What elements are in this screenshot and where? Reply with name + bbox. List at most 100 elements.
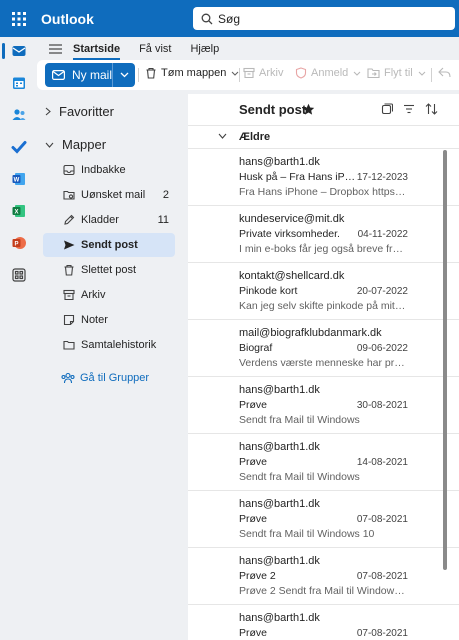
favorites-header[interactable]: Favoritter — [45, 104, 114, 119]
excel-app-icon[interactable]: X — [0, 197, 37, 225]
junk-icon — [63, 190, 75, 200]
move-to-label: Flyt til — [384, 67, 413, 79]
folder-label: Arkiv — [81, 289, 106, 301]
search-box[interactable]: Søg — [193, 7, 455, 30]
divider — [239, 68, 240, 82]
folders-header[interactable]: Mapper — [45, 137, 106, 152]
trash-icon — [64, 264, 74, 276]
folder-archive[interactable]: Arkiv — [43, 283, 175, 307]
menu-icon[interactable] — [37, 43, 73, 54]
search-input[interactable]: Søg — [218, 12, 240, 26]
tab-home[interactable]: Startside — [73, 43, 121, 60]
message-row[interactable]: kontakt@shellcard.dk Pinkode kort 20-07-20… — [188, 263, 459, 320]
go-to-groups-link[interactable]: Gå til Grupper — [61, 372, 149, 384]
empty-folder-button[interactable]: Tøm mappen — [145, 67, 239, 79]
message-preview: Verdens værste menneske har premiere — [239, 357, 407, 369]
sent-icon — [64, 240, 75, 250]
reply-button[interactable] — [438, 67, 451, 78]
folder-label: Noter — [81, 314, 108, 326]
todo-app-icon[interactable] — [0, 133, 37, 161]
unread-count: 2 — [162, 189, 169, 201]
message-preview: Fra Hans iPhone – Dropbox https://www.dr… — [239, 186, 407, 198]
report-button[interactable]: Anmeld — [295, 67, 361, 79]
star-icon[interactable] — [302, 103, 315, 116]
reply-icon — [438, 67, 451, 78]
move-to-button[interactable]: Flyt til — [367, 67, 426, 79]
search-icon — [201, 13, 213, 24]
folder-sent[interactable]: Sendt post — [43, 233, 175, 257]
message-date: 17-12-2023 — [356, 172, 408, 183]
message-row[interactable]: mail@biografklubdanmark.dk Biograf 09-06-2… — [188, 320, 459, 377]
people-app-icon[interactable] — [0, 101, 37, 129]
svg-text:W: W — [13, 178, 19, 184]
message-row[interactable]: hans@barth1.dk Prøve 14-08-2021 Sendt fra M… — [188, 434, 459, 491]
report-label: Anmeld — [311, 67, 349, 79]
message-subject: Prøve — [239, 456, 268, 468]
select-icon[interactable] — [381, 103, 393, 115]
new-mail-label: Ny mail — [72, 68, 113, 82]
powerpoint-app-icon[interactable]: P — [0, 229, 37, 257]
notes-icon — [63, 314, 75, 326]
message-subject: Biograf — [239, 342, 273, 354]
ribbon-tabs: Startside Få vist Hjælp — [37, 37, 459, 60]
app-launcher-icon[interactable] — [0, 0, 37, 37]
folder-label: Samtalehistorik — [81, 339, 157, 351]
folder-inbox[interactable]: Indbakke — [43, 158, 175, 182]
folder-deleted[interactable]: Slettet post — [43, 258, 175, 282]
tab-help[interactable]: Hjælp — [190, 43, 219, 55]
message-subject: Private virksomheder. — [239, 228, 340, 240]
move-folder-icon — [367, 68, 380, 79]
new-mail-dropdown[interactable] — [113, 72, 135, 78]
message-row[interactable]: hans@barth1.dk Husk på – Fra Hans iPhone 1… — [188, 149, 459, 206]
folder-label: Sendt post — [81, 239, 138, 251]
message-preview: I min e-boks får jeg også breve fra mine… — [239, 243, 407, 255]
chevron-down-icon — [418, 71, 426, 76]
groups-icon — [61, 372, 75, 384]
scrollbar[interactable] — [443, 150, 447, 570]
folder-drafts[interactable]: Kladder 11 — [43, 208, 175, 232]
calendar-app-icon[interactable] — [0, 69, 37, 97]
message-row[interactable]: hans@barth1.dk Prøve 07-08-2021 Sendt fra M… — [188, 491, 459, 548]
sort-icon[interactable] — [425, 103, 438, 115]
message-subject: Husk på – Fra Hans iPhone — [239, 171, 359, 183]
folder-label: Uønsket mail — [81, 189, 146, 201]
word-app-icon[interactable]: W — [0, 165, 37, 193]
chevron-down-icon — [45, 142, 54, 148]
ribbon-toolbar: Ny mail Tøm mappen Arkiv Anmeld Flyt til — [37, 60, 459, 90]
message-date: 20-07-2022 — [356, 286, 408, 297]
folder-label: Kladder — [81, 214, 119, 226]
message-sender: hans@barth1.dk — [239, 612, 320, 624]
message-date: 07-08-2021 — [356, 514, 408, 525]
list-header: Sendt post — [188, 94, 459, 126]
message-list: Sendt post Ældre hans@barth1.dk Husk på –… — [188, 94, 459, 640]
filter-icon[interactable] — [403, 103, 415, 115]
folder-label: Slettet post — [81, 264, 137, 276]
message-row[interactable]: hans@barth1.dk Prøve 07-08-2021 — [188, 605, 459, 640]
folder-notes[interactable]: Noter — [43, 308, 175, 332]
group-label: Ældre — [239, 131, 271, 143]
message-date: 07-08-2021 — [356, 571, 408, 582]
message-subject: Prøve — [239, 513, 268, 525]
message-subject: Pinkode kort — [239, 285, 298, 297]
folders-label: Mapper — [62, 137, 107, 152]
archive-icon — [243, 67, 255, 79]
tab-view[interactable]: Få vist — [139, 43, 171, 55]
folder-junk[interactable]: Uønsket mail 2 — [43, 183, 175, 207]
message-row[interactable]: hans@barth1.dk Prøve 30-08-2021 Sendt fra M… — [188, 377, 459, 434]
folder-label: Indbakke — [81, 164, 126, 176]
mail-app-icon[interactable] — [0, 37, 37, 65]
folder-conversation-history[interactable]: Samtalehistorik — [43, 333, 175, 357]
new-mail-main[interactable]: Ny mail — [45, 63, 113, 87]
message-row[interactable]: kundeservice@mit.dk Private virksomheder.… — [188, 206, 459, 263]
archive-button[interactable]: Arkiv — [243, 67, 283, 79]
app-title[interactable]: Outlook — [41, 11, 94, 27]
message-preview: Kan jeg selv skifte pinkode på mit kort — [239, 300, 407, 312]
svg-text:X: X — [14, 210, 18, 216]
new-mail-button[interactable]: Ny mail — [45, 63, 135, 87]
message-date: 04-11-2022 — [357, 229, 408, 240]
message-preview: Sendt fra Mail til Windows — [239, 414, 360, 426]
more-apps-icon[interactable] — [0, 261, 37, 289]
group-header[interactable]: Ældre — [188, 126, 459, 149]
message-row[interactable]: hans@barth1.dk Prøve 2 07-08-2021 Prøve 2 S… — [188, 548, 459, 605]
message-preview: Sendt fra Mail til Windows — [239, 471, 360, 483]
